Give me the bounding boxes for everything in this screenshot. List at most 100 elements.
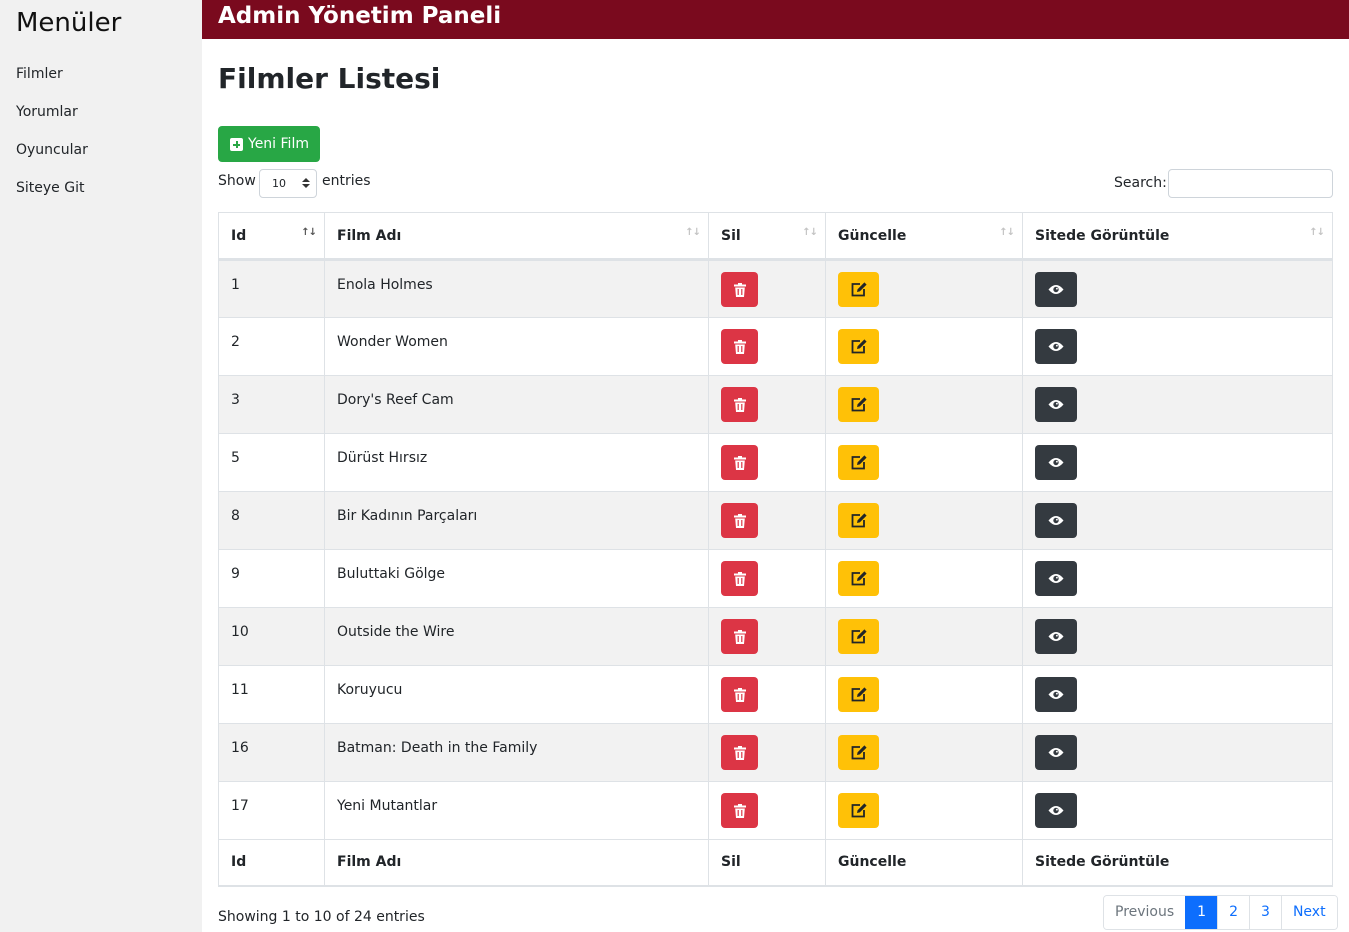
edit-button[interactable] (838, 387, 879, 422)
column-header-id[interactable]: Id ↑↓ (218, 212, 325, 261)
search-label: Search: (1114, 175, 1167, 191)
edit-button[interactable] (838, 272, 879, 307)
column-header-view[interactable]: Sitede Görüntüle ↑↓ (1022, 212, 1333, 261)
view-button[interactable] (1035, 503, 1077, 538)
delete-button[interactable] (721, 387, 758, 422)
pagination-page-2[interactable]: 2 (1217, 896, 1250, 929)
trash-icon (733, 397, 746, 412)
edit-button[interactable] (838, 561, 879, 596)
delete-button[interactable] (721, 677, 758, 712)
cell-edit (825, 781, 1023, 840)
trash-icon (733, 571, 746, 586)
edit-button[interactable] (838, 329, 879, 364)
cell-id: 3 (218, 375, 325, 434)
delete-button[interactable] (721, 561, 758, 596)
edit-icon (851, 803, 867, 818)
cell-delete (708, 317, 826, 376)
cell-edit (825, 317, 1023, 376)
cell-view (1022, 607, 1333, 666)
trash-icon (733, 803, 746, 818)
eye-icon (1048, 457, 1064, 468)
cell-film-name: Bir Kadının Parçaları (324, 491, 709, 550)
view-button[interactable] (1035, 561, 1077, 596)
cell-id: 5 (218, 433, 325, 492)
edit-icon (851, 455, 867, 470)
view-button[interactable] (1035, 793, 1077, 828)
column-header-edit[interactable]: Güncelle ↑↓ (825, 212, 1023, 261)
app-title: Admin Yönetim Paneli (218, 3, 502, 29)
table-row: 1 Enola Holmes (218, 259, 1333, 318)
delete-button[interactable] (721, 503, 758, 538)
cell-id: 1 (218, 259, 325, 318)
edit-icon (851, 282, 867, 297)
pagination-page-1[interactable]: 1 (1185, 896, 1218, 929)
cell-view (1022, 549, 1333, 608)
cell-view (1022, 433, 1333, 492)
view-button[interactable] (1035, 272, 1077, 307)
page-length-select[interactable]: 10 (259, 169, 317, 198)
edit-button[interactable] (838, 735, 879, 770)
delete-button[interactable] (721, 793, 758, 828)
pagination-page-3[interactable]: 3 (1249, 896, 1281, 929)
edit-icon (851, 339, 867, 354)
table-row: 17 Yeni Mutantlar (218, 781, 1333, 840)
column-header-delete[interactable]: Sil ↑↓ (708, 212, 826, 261)
cell-id: 10 (218, 607, 325, 666)
cell-film-name: Buluttaki Gölge (324, 549, 709, 608)
trash-icon (733, 339, 746, 354)
delete-button[interactable] (721, 329, 758, 364)
sidebar-item-siteye-git[interactable]: Siteye Git (16, 180, 84, 196)
sidebar-item-filmler[interactable]: Filmler (16, 66, 63, 82)
view-button[interactable] (1035, 735, 1077, 770)
eye-icon (1048, 689, 1064, 700)
table-row: 3 Dory's Reef Cam (218, 375, 1333, 434)
sort-icon: ↑↓ (685, 227, 701, 238)
eye-icon (1048, 805, 1064, 816)
footer-view: Sitede Görüntüle (1022, 839, 1333, 887)
edit-icon (851, 687, 867, 702)
trash-icon (733, 455, 746, 470)
table-header-row: Id ↑↓ Film Adı ↑↓ Sil ↑↓ Güncelle ↑↓ Sitede … (218, 212, 1333, 261)
cell-view (1022, 781, 1333, 840)
edit-button[interactable] (838, 793, 879, 828)
view-button[interactable] (1035, 677, 1077, 712)
cell-delete (708, 607, 826, 666)
edit-button[interactable] (838, 677, 879, 712)
cell-edit (825, 665, 1023, 724)
cell-film-name: Dory's Reef Cam (324, 375, 709, 434)
edit-button[interactable] (838, 619, 879, 654)
sidebar-title: Menüler (16, 8, 122, 38)
cell-edit (825, 375, 1023, 434)
view-button[interactable] (1035, 387, 1077, 422)
cell-id: 8 (218, 491, 325, 550)
delete-button[interactable] (721, 735, 758, 770)
sidebar-item-oyuncular[interactable]: Oyuncular (16, 142, 88, 158)
sidebar-item-yorumlar[interactable]: Yorumlar (16, 104, 78, 120)
footer-delete: Sil (708, 839, 826, 887)
table-row: 2 Wonder Women (218, 317, 1333, 376)
view-button[interactable] (1035, 329, 1077, 364)
cell-id: 2 (218, 317, 325, 376)
pagination-next[interactable]: Next (1280, 896, 1337, 929)
column-header-name[interactable]: Film Adı ↑↓ (324, 212, 709, 261)
pagination-previous[interactable]: Previous (1104, 896, 1186, 929)
films-table: Id ↑↓ Film Adı ↑↓ Sil ↑↓ Güncelle ↑↓ Sitede … (218, 212, 1333, 887)
sort-icon: ↑↓ (999, 227, 1015, 238)
delete-button[interactable] (721, 445, 758, 480)
edit-button[interactable] (838, 445, 879, 480)
footer-name: Film Adı (324, 839, 709, 887)
search-input[interactable] (1168, 169, 1333, 198)
new-film-label: Yeni Film (248, 136, 309, 152)
view-button[interactable] (1035, 619, 1077, 654)
new-film-button[interactable]: Yeni Film (218, 126, 320, 162)
delete-button[interactable] (721, 272, 758, 307)
cell-delete (708, 491, 826, 550)
edit-button[interactable] (838, 503, 879, 538)
view-button[interactable] (1035, 445, 1077, 480)
plus-square-icon (230, 137, 243, 151)
eye-icon (1048, 573, 1064, 584)
delete-button[interactable] (721, 619, 758, 654)
cell-id: 9 (218, 549, 325, 608)
cell-view (1022, 723, 1333, 782)
eye-icon (1048, 631, 1064, 642)
